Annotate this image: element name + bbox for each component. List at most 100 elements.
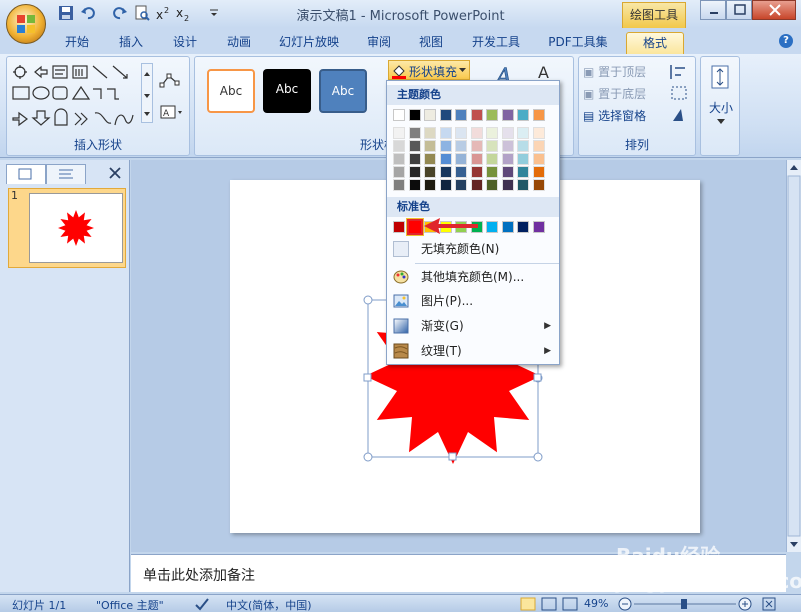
gradient-fill-item[interactable]: 渐变(G) ▶ — [387, 314, 559, 338]
no-fill-item[interactable]: 无填充颜色(N) — [387, 237, 559, 261]
tab-review[interactable]: 审阅 — [360, 32, 398, 54]
theme-shade-swatch[interactable] — [408, 127, 421, 139]
theme-shade-swatch[interactable] — [486, 166, 498, 178]
shape-gallery-scroll[interactable] — [141, 63, 153, 123]
theme-shade-swatch[interactable] — [424, 166, 436, 178]
theme-shade-swatch[interactable] — [517, 127, 529, 139]
tab-insert[interactable]: 插入 — [112, 32, 150, 54]
theme-shade-swatch[interactable] — [532, 166, 545, 178]
theme-shade-swatch[interactable] — [439, 153, 452, 165]
theme-shade-swatch[interactable] — [470, 166, 483, 178]
vertical-scrollbar[interactable] — [786, 160, 801, 552]
theme-shade-swatch[interactable] — [455, 179, 467, 191]
theme-color-swatch[interactable] — [470, 109, 483, 121]
theme-shade-swatch[interactable] — [393, 166, 405, 178]
language-status[interactable]: 中文(简体，中国) — [226, 597, 312, 612]
theme-shade-swatch[interactable] — [470, 179, 483, 191]
tab-home[interactable]: 开始 — [58, 32, 96, 54]
slides-tab[interactable] — [6, 164, 46, 184]
help-icon[interactable]: ? — [779, 34, 793, 48]
theme-shade-swatch[interactable] — [439, 179, 452, 191]
theme-shade-swatch[interactable] — [393, 153, 405, 165]
tab-animation[interactable]: 动画 — [220, 32, 258, 54]
minimize-button[interactable] — [700, 0, 726, 20]
theme-color-swatch[interactable] — [393, 109, 405, 121]
fit-to-window-icon[interactable] — [762, 597, 776, 611]
theme-shade-swatch[interactable] — [501, 127, 514, 139]
theme-color-swatch[interactable] — [408, 109, 421, 121]
align-group-rotate-icons[interactable] — [669, 63, 693, 127]
size-label[interactable]: 大小 — [701, 99, 741, 116]
shape-fill-button[interactable]: 形状填充 — [388, 60, 470, 80]
edit-shape-icon[interactable] — [159, 71, 185, 91]
picture-fill-item[interactable]: 图片(P)... — [387, 289, 559, 313]
theme-shade-swatch[interactable] — [486, 127, 498, 139]
theme-shade-swatch[interactable] — [470, 140, 483, 152]
theme-color-swatch[interactable] — [486, 109, 498, 121]
style-preset-black[interactable]: Abc — [263, 69, 311, 113]
theme-shade-swatch[interactable] — [501, 166, 514, 178]
theme-shade-swatch[interactable] — [408, 153, 421, 165]
standard-color-swatch[interactable] — [501, 221, 514, 233]
theme-shade-swatch[interactable] — [424, 140, 436, 152]
standard-color-swatch[interactable] — [393, 221, 405, 233]
selection-pane-button[interactable]: ▤ 选择窗格 — [583, 107, 646, 124]
theme-shade-swatch[interactable] — [486, 140, 498, 152]
theme-shade-swatch[interactable] — [486, 179, 498, 191]
theme-shade-swatch[interactable] — [501, 179, 514, 191]
tab-design[interactable]: 设计 — [166, 32, 204, 54]
theme-shade-swatch[interactable] — [393, 140, 405, 152]
theme-color-swatch[interactable] — [455, 109, 467, 121]
theme-shade-swatch[interactable] — [470, 153, 483, 165]
tab-developer[interactable]: 开发工具 — [466, 32, 526, 54]
standard-color-swatch[interactable] — [486, 221, 498, 233]
theme-shade-swatch[interactable] — [424, 153, 436, 165]
theme-color-swatch[interactable] — [424, 109, 436, 121]
theme-color-swatch[interactable] — [532, 109, 545, 121]
theme-shade-swatch[interactable] — [532, 179, 545, 191]
close-button[interactable] — [752, 0, 796, 20]
spell-check-icon[interactable] — [194, 597, 210, 611]
theme-shade-swatch[interactable] — [501, 153, 514, 165]
tab-slideshow[interactable]: 幻灯片放映 — [272, 32, 346, 54]
restore-button[interactable] — [726, 0, 752, 20]
theme-shade-swatch[interactable] — [439, 140, 452, 152]
theme-shade-swatch[interactable] — [517, 166, 529, 178]
view-buttons-icon[interactable] — [520, 597, 580, 611]
theme-shade-swatch[interactable] — [408, 166, 421, 178]
theme-shade-swatch[interactable] — [517, 153, 529, 165]
theme-shade-swatch[interactable] — [455, 127, 467, 139]
theme-shade-swatch[interactable] — [408, 140, 421, 152]
more-fill-colors-item[interactable]: 其他填充颜色(M)... — [387, 265, 559, 289]
theme-shade-swatch[interactable] — [408, 179, 421, 191]
theme-shade-swatch[interactable] — [455, 153, 467, 165]
theme-shade-swatch[interactable] — [393, 179, 405, 191]
theme-shade-swatch[interactable] — [486, 153, 498, 165]
theme-color-swatch[interactable] — [517, 109, 529, 121]
theme-shade-swatch[interactable] — [439, 127, 452, 139]
slide-thumbnail[interactable]: 1 — [8, 188, 126, 268]
tab-view[interactable]: 视图 — [412, 32, 450, 54]
theme-shade-swatch[interactable] — [393, 127, 405, 139]
theme-color-swatch[interactable] — [439, 109, 452, 121]
text-box-icon[interactable]: A — [159, 103, 185, 123]
tab-pdf-tools[interactable]: PDF工具集 — [542, 32, 614, 54]
theme-shade-swatch[interactable] — [517, 179, 529, 191]
theme-shade-swatch[interactable] — [455, 140, 467, 152]
outline-tab[interactable] — [46, 164, 86, 184]
texture-fill-item[interactable]: 纹理(T) ▶ — [387, 339, 559, 363]
theme-shade-swatch[interactable] — [455, 166, 467, 178]
zoom-slider[interactable] — [618, 597, 752, 611]
theme-shade-swatch[interactable] — [470, 127, 483, 139]
theme-shade-swatch[interactable] — [517, 140, 529, 152]
close-panel-icon[interactable] — [108, 166, 122, 180]
theme-shade-swatch[interactable] — [532, 153, 545, 165]
standard-color-swatch[interactable] — [532, 221, 545, 233]
theme-shade-swatch[interactable] — [532, 140, 545, 152]
standard-color-swatch[interactable] — [517, 221, 529, 233]
zoom-level[interactable]: 49% — [584, 597, 608, 610]
style-preset-blue[interactable]: Abc — [319, 69, 367, 113]
tab-format[interactable]: 格式 — [626, 32, 684, 54]
theme-shade-swatch[interactable] — [501, 140, 514, 152]
office-button[interactable] — [6, 4, 46, 44]
